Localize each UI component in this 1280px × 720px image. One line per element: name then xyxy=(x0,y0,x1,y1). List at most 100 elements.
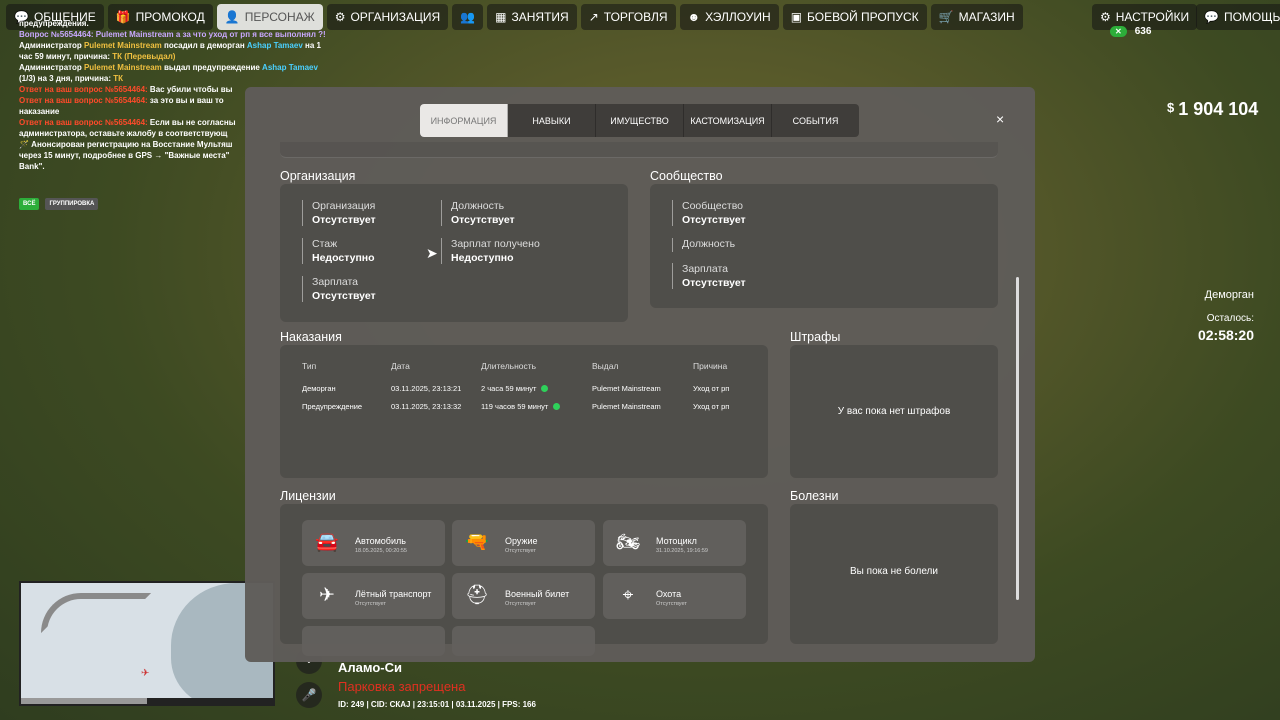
nav-label: БОЕВОЙ ПРОПУСК xyxy=(807,10,919,24)
fines-empty-text: У вас пока нет штрафов xyxy=(837,406,951,417)
microphone-icon: 🎤 xyxy=(296,682,322,708)
chat-message: предупреждения. xyxy=(19,18,364,29)
field-value: Отсутствует xyxy=(312,214,376,226)
col-duration: Длительность xyxy=(481,361,537,371)
duration-text: 119 часов 59 минут xyxy=(481,401,549,411)
nav-help[interactable]: 💬 ПОМОЩЬ xyxy=(1196,4,1280,30)
col-type: Тип xyxy=(302,361,317,371)
section-title-community: Сообщество xyxy=(650,169,723,183)
chat-filters: ВСЁ ГРУППИРОВКА xyxy=(19,198,99,210)
nav-trade[interactable]: ↗ ТОРГОВЛЯ xyxy=(580,4,676,30)
field-organization: Организация Отсутствует xyxy=(302,200,376,226)
field-community: Сообщество Отсутствует xyxy=(672,200,746,226)
col-issuer: Выдал xyxy=(592,361,619,371)
chat-segment: Вас убили чтобы вы xyxy=(149,85,233,94)
tab-property[interactable]: ИМУЩЕСТВО xyxy=(596,104,684,137)
cart-icon: 🛒 xyxy=(938,10,954,24)
modal-scrollbar[interactable] xyxy=(1016,277,1019,600)
chat-message: (1/3) на 3 дня, причина: ТК xyxy=(19,73,364,84)
helmet-icon: ⛑ xyxy=(464,585,490,606)
license-status: Отсутствует xyxy=(505,548,536,554)
money-display: $1 904 104 xyxy=(1167,99,1258,120)
cell-reason: Уход от рп xyxy=(693,401,730,411)
field-community-salary: Зарплата Отсутствует xyxy=(672,263,746,289)
license-name: Мотоцикл xyxy=(656,536,697,546)
license-card[interactable]: ⌖ Охота Отсутствует xyxy=(603,573,746,619)
remaining-label: Осталось: xyxy=(1206,313,1254,324)
license-status: 18.05.2025, 00:20:55 xyxy=(355,548,407,554)
field-value: Недоступно xyxy=(451,252,514,264)
license-card-partial[interactable] xyxy=(302,626,445,656)
tab-customization[interactable]: КАСТОМИЗАЦИЯ xyxy=(684,104,772,137)
mouse-cursor-icon: ➤ xyxy=(426,245,438,261)
section-title-punishments: Наказания xyxy=(280,330,342,344)
nav-battlepass[interactable]: ▣ БОЕВОЙ ПРОПУСК xyxy=(782,4,927,30)
field-value: Отсутствует xyxy=(312,290,376,302)
chat-segment: Ashap Tamaev xyxy=(262,63,318,72)
location-info: Аламо-Си Парковка запрещена ID: 249 | CI… xyxy=(338,660,536,709)
license-name: Оружие xyxy=(505,536,538,546)
nav-shop[interactable]: 🛒 МАГАЗИН xyxy=(930,4,1023,30)
punishments-panel: Тип Дата Длительность Выдал Причина Демо… xyxy=(280,345,768,478)
field-key: Стаж xyxy=(312,238,338,250)
nav-activities[interactable]: ▦ ЗАНЯТИЯ xyxy=(487,4,577,30)
section-title-organization: Организация xyxy=(280,169,356,183)
license-card[interactable]: ✈ Лётный транспорт Отсутствует xyxy=(302,573,445,619)
chat-segment: через 15 минут, подробнее в GPS → "Важны… xyxy=(19,151,230,160)
nav-group[interactable]: 👥 xyxy=(452,4,484,30)
license-status: Отсутствует xyxy=(505,601,536,607)
dollar-icon: $ xyxy=(1167,100,1175,115)
license-card-partial[interactable] xyxy=(452,626,595,656)
field-salary-received: Зарплат получено Недоступно xyxy=(441,238,540,264)
fines-panel: У вас пока нет штрафов xyxy=(790,345,998,478)
license-status: 31.10.2025, 19:16:59 xyxy=(656,548,708,554)
plane-icon: ✈ xyxy=(319,585,335,606)
license-card[interactable]: 🚘 Автомобиль 18.05.2025, 00:20:55 xyxy=(302,520,445,566)
chat-segment: выдал предупреждение xyxy=(161,63,263,72)
field-key: Сообщество xyxy=(682,200,743,212)
field-value: Отсутствует xyxy=(451,214,515,226)
minimap-bar xyxy=(21,698,273,704)
table-header: Тип Дата Длительность Выдал Причина xyxy=(302,361,743,379)
gear-icon: ⚙ xyxy=(1100,10,1111,24)
license-card[interactable]: ⛑ Военный билет Отсутствует xyxy=(452,573,595,619)
session-info: ID: 249 | CID: СКАJ | 23:15:01 | 03.11.2… xyxy=(338,700,536,709)
tab-skills[interactable]: НАВЫКИ xyxy=(508,104,596,137)
section-title-licenses: Лицензии xyxy=(280,489,336,503)
col-date: Дата xyxy=(391,361,410,371)
duration-text: 2 часа 59 минут xyxy=(481,383,537,393)
cell-date: 03.11.2025, 23:13:32 xyxy=(391,401,462,411)
active-dot-icon xyxy=(553,402,561,410)
chat-segment: 🪄 Анонсирован регистрацию на Восстание М… xyxy=(19,140,233,149)
field-experience: Стаж Недоступно xyxy=(302,238,375,264)
chat-message: Вопрос №5654464: Pulemet Mainstream а за… xyxy=(19,29,364,40)
modal-tabs: ИНФОРМАЦИЯ НАВЫКИ ИМУЩЕСТВО КАСТОМИЗАЦИЯ… xyxy=(420,104,859,137)
tab-information[interactable]: ИНФОРМАЦИЯ xyxy=(420,104,508,137)
field-value: Недоступно xyxy=(312,252,375,264)
online-count: 636 xyxy=(1134,26,1152,37)
diseases-panel: Вы пока не болели xyxy=(790,504,998,644)
field-value: Отсутствует xyxy=(682,214,746,226)
organization-panel: Организация Отсутствует Должность Отсутств… xyxy=(280,184,628,322)
chat-segment: Pulemet Mainstream xyxy=(83,63,162,72)
license-card[interactable]: 🔫 Оружие Отсутствует xyxy=(452,520,595,566)
licenses-panel: 🚘 Автомобиль 18.05.2025, 00:20:55 🔫 Оружие О… xyxy=(280,504,768,656)
tab-events[interactable]: СОБЫТИЯ xyxy=(772,104,859,137)
chat-filter-group[interactable]: ГРУППИРОВКА xyxy=(45,198,99,210)
chat-segment: Ответ на ваш вопрос №5654464: xyxy=(19,85,150,94)
cell-type: Деморган xyxy=(302,383,336,393)
chat-segment: Bank". xyxy=(19,162,45,171)
table-row: Предупреждение 03.11.2025, 23:13:32 119 … xyxy=(302,397,743,415)
chat-message: час 59 минут, причина: ТК (Перевыдал) xyxy=(19,51,364,62)
chat-filter-all[interactable]: ВСЁ xyxy=(19,198,40,210)
chat-segment: посадил в деморган xyxy=(161,41,247,50)
nav-label: ПОМОЩЬ xyxy=(1223,10,1280,24)
scrolled-panel-edge xyxy=(280,142,998,158)
chat-segment: наказание xyxy=(19,107,60,116)
player-marker-icon: ✈ xyxy=(141,668,150,679)
field-key: Зарплата xyxy=(682,263,728,275)
nav-halloween[interactable]: ☻ ХЭЛЛОУИН xyxy=(679,4,779,30)
close-icon[interactable]: × xyxy=(996,111,1004,127)
chat-segment: час 59 минут, причина: xyxy=(19,52,113,61)
license-card[interactable]: 🏍 Мотоцикл 31.10.2025, 19:16:59 xyxy=(603,520,746,566)
